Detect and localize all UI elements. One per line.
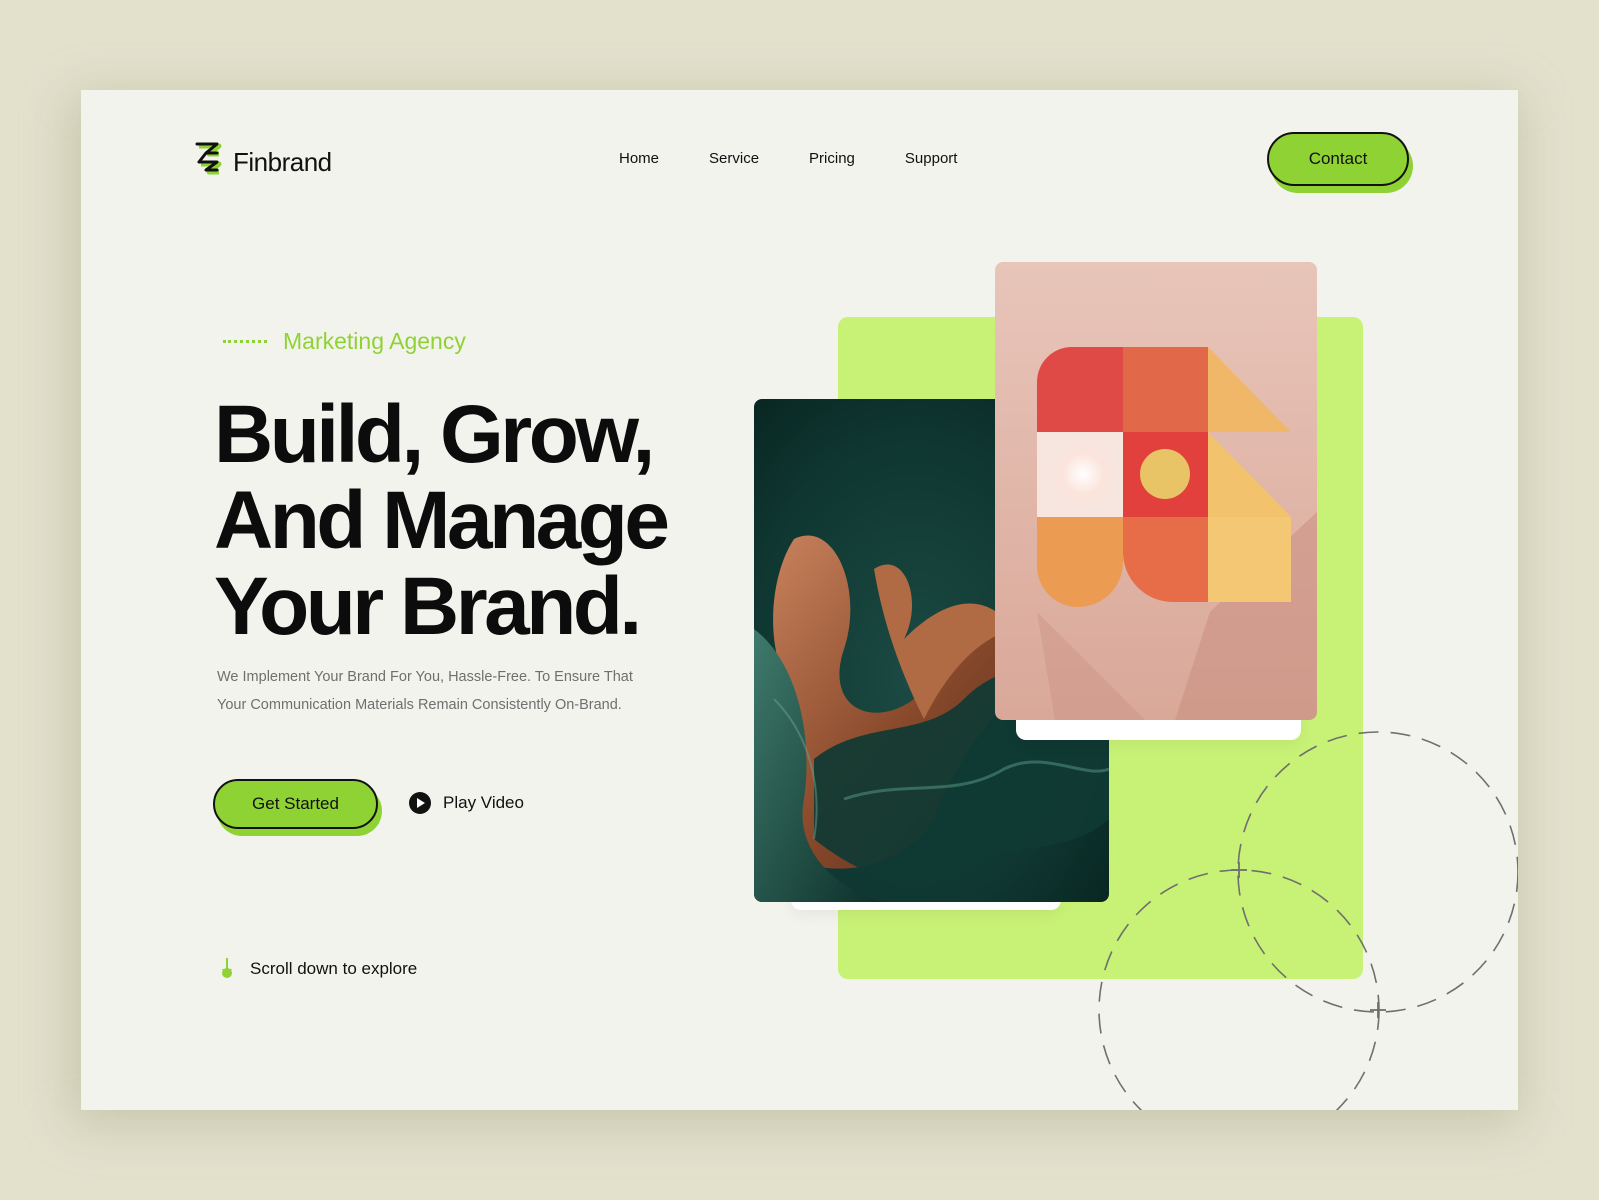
nav-pricing[interactable]: Pricing xyxy=(809,150,855,167)
headline-line-2: And Manage xyxy=(214,475,670,566)
play-video-label: Play Video xyxy=(443,793,524,812)
brand-logo[interactable]: Finbrand xyxy=(195,142,332,182)
headline-line-3: Your Brand. xyxy=(214,561,642,652)
nav-home[interactable]: Home xyxy=(619,150,659,167)
contact-button[interactable]: Contact xyxy=(1267,132,1409,186)
arrow-down-icon xyxy=(222,958,232,978)
main-nav: Home Service Pricing Support xyxy=(619,150,957,167)
description-line-1: We Implement Your Brand For You, Hassle-… xyxy=(217,669,633,685)
hero-eyebrow: Marketing Agency xyxy=(223,328,466,355)
finbrand-logo-icon xyxy=(195,142,222,175)
brand-name: Finbrand xyxy=(233,146,332,177)
nav-service[interactable]: Service xyxy=(709,150,759,167)
scroll-hint-label: Scroll down to explore xyxy=(250,959,418,978)
geometric-3d-image xyxy=(995,262,1317,720)
hero-headline: Build, Grow, And Manage Your Brand. xyxy=(214,389,670,652)
contact-button-wrapper: Contact xyxy=(1267,132,1413,193)
nav-support[interactable]: Support xyxy=(905,150,958,167)
get-started-button[interactable]: Get Started xyxy=(213,779,378,829)
play-circle-icon xyxy=(409,792,431,814)
headline-line-1: Build, Grow, xyxy=(214,389,655,480)
description-line-2: Your Communication Materials Remain Cons… xyxy=(217,696,622,713)
landing-page: Finbrand Home Service Pricing Support Co… xyxy=(81,90,1518,1110)
play-video-button[interactable]: Play Video xyxy=(409,792,524,814)
hero-description: We Implement Your Brand For You, Hassle-… xyxy=(217,664,633,719)
get-started-wrapper: Get Started xyxy=(213,779,382,836)
scroll-hint[interactable]: Scroll down to explore xyxy=(221,958,417,980)
dotted-line-decoration xyxy=(223,340,267,343)
eyebrow-label: Marketing Agency xyxy=(283,328,466,354)
